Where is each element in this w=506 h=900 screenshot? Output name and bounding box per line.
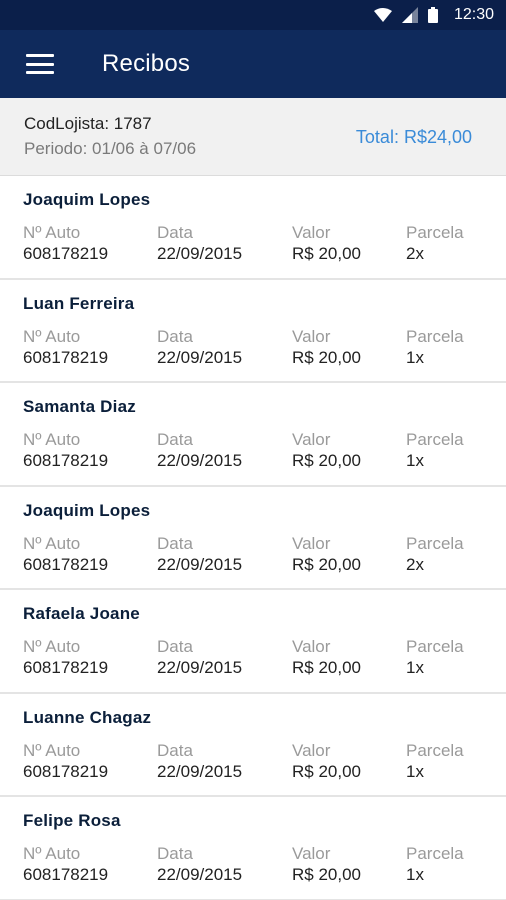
- valor-value: R$ 20,00: [292, 347, 361, 367]
- auto-label: Nº Auto: [23, 533, 81, 553]
- data-value: 22/09/2015: [157, 865, 243, 884]
- hamburger-menu-icon[interactable]: [26, 54, 54, 74]
- valor-value: R$ 20,00: [292, 244, 361, 263]
- data-value: 22/09/2015: [157, 347, 243, 367]
- parcela-label: Parcela: [406, 740, 464, 760]
- auto-value: 608178219: [23, 347, 109, 367]
- auto-value: 608178219: [23, 761, 109, 781]
- customer-name: Luan Ferreira: [23, 293, 135, 313]
- customer-name: Luanne Chagaz: [23, 707, 152, 727]
- parcela-label: Parcela: [406, 844, 464, 863]
- parcela-value: 1x: [406, 658, 424, 677]
- parcela-value: 2x: [406, 244, 424, 263]
- valor-label: Valor: [292, 326, 331, 346]
- parcela-value: 1x: [406, 761, 424, 781]
- wifi-icon: [373, 8, 392, 22]
- total-amount: Total: R$24,00: [355, 127, 472, 147]
- parcela-label: Parcela: [406, 223, 464, 242]
- list-item[interactable]: Felipe Rosa Nº Auto 608178219 Data 22/09/2…: [0, 797, 506, 900]
- parcela-value: 1x: [406, 865, 424, 884]
- parcela-label: Parcela: [406, 533, 464, 553]
- auto-label: Nº Auto: [23, 326, 81, 346]
- auto-value: 608178219: [23, 658, 109, 677]
- app-bar: Recibos: [0, 30, 506, 98]
- signal-icon: [401, 7, 418, 23]
- data-value: 22/09/2015: [157, 451, 243, 470]
- customer-name: Joaquim Lopes: [23, 500, 151, 520]
- customer-name: Joaquim Lopes: [23, 190, 151, 209]
- auto-label: Nº Auto: [23, 637, 81, 656]
- customer-name: Samanta Diaz: [23, 397, 136, 416]
- data-label: Data: [157, 740, 193, 760]
- data-value: 22/09/2015: [157, 761, 243, 781]
- valor-label: Valor: [292, 430, 331, 449]
- status-time: 12:30: [453, 6, 494, 23]
- data-value: 22/09/2015: [157, 658, 243, 677]
- data-label: Data: [157, 223, 193, 242]
- parcela-value: 1x: [406, 451, 424, 470]
- data-label: Data: [157, 533, 193, 553]
- list-item[interactable]: Luanne Chagaz Nº Auto 608178219 Data 22/09…: [0, 693, 506, 797]
- list-item[interactable]: Luan Ferreira Nº Auto 608178219 Data 22/09…: [0, 279, 506, 383]
- valor-value: R$ 20,00: [292, 658, 361, 677]
- auto-label: Nº Auto: [23, 223, 81, 242]
- auto-value: 608178219: [23, 865, 109, 884]
- status-bar: 12:30: [0, 0, 506, 30]
- valor-value: R$ 20,00: [292, 865, 361, 884]
- auto-value: 608178219: [23, 244, 109, 263]
- auto-value: 608178219: [23, 451, 109, 470]
- customer-name: Felipe Rosa: [23, 811, 121, 830]
- customer-name: Rafaela Joane: [23, 604, 140, 623]
- valor-value: R$ 20,00: [292, 554, 361, 574]
- parcela-label: Parcela: [406, 637, 464, 656]
- data-value: 22/09/2015: [157, 244, 243, 263]
- data-label: Data: [157, 637, 193, 656]
- parcela-value: 1x: [406, 347, 424, 367]
- list-item[interactable]: Rafaela Joane Nº Auto 608178219 Data 22/09…: [0, 590, 506, 694]
- auto-label: Nº Auto: [23, 844, 81, 863]
- valor-label: Valor: [292, 740, 331, 760]
- list-item[interactable]: Joaquim Lopes Nº Auto 608178219 Data 22/09…: [0, 486, 506, 590]
- parcela-value: 2x: [406, 554, 424, 574]
- data-label: Data: [157, 844, 193, 863]
- valor-label: Valor: [292, 533, 331, 553]
- valor-label: Valor: [292, 223, 331, 242]
- data-label: Data: [157, 326, 193, 346]
- parcela-label: Parcela: [406, 430, 464, 449]
- auto-label: Nº Auto: [23, 740, 81, 760]
- valor-label: Valor: [292, 637, 331, 656]
- summary-header: CodLojista: 1787 Periodo: 01/06 à 07/06 …: [0, 98, 506, 176]
- battery-icon: [427, 7, 438, 23]
- auto-label: Nº Auto: [23, 430, 81, 449]
- list-item[interactable]: Samanta Diaz Nº Auto 608178219 Data 22/09/…: [0, 383, 506, 487]
- data-label: Data: [157, 430, 193, 449]
- page-title: Recibos: [102, 50, 191, 77]
- receipt-list: Joaquim Lopes Nº Auto 608178219 Data 22/09…: [0, 176, 506, 900]
- data-value: 22/09/2015: [157, 554, 243, 574]
- list-item[interactable]: Joaquim Lopes Nº Auto 608178219 Data 22/09…: [0, 176, 506, 280]
- valor-label: Valor: [292, 844, 331, 863]
- valor-value: R$ 20,00: [292, 761, 361, 781]
- parcela-label: Parcela: [406, 326, 464, 346]
- auto-value: 608178219: [23, 554, 109, 574]
- valor-value: R$ 20,00: [292, 451, 361, 470]
